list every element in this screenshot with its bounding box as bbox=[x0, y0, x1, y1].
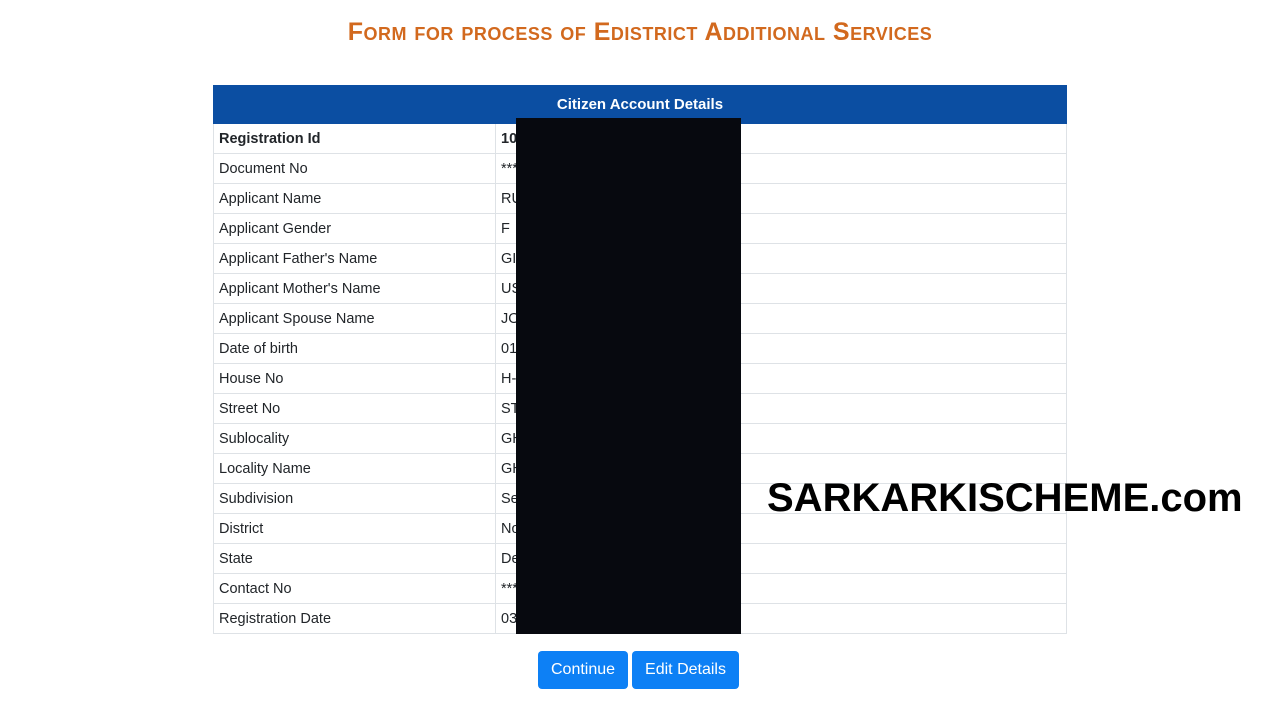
row-label: Registration Id bbox=[213, 123, 496, 154]
row-label: Applicant Name bbox=[213, 183, 496, 214]
page-title: Form for process of Edistrict Additional… bbox=[347, 18, 933, 46]
row-label: State bbox=[213, 543, 496, 574]
row-label: Registration Date bbox=[213, 603, 496, 634]
watermark: SARKARKISCHEME.com bbox=[767, 476, 1243, 520]
edit-details-button[interactable]: Edit Details bbox=[632, 651, 739, 689]
row-label: Date of birth bbox=[213, 333, 496, 364]
row-label: Applicant Spouse Name bbox=[213, 303, 496, 334]
row-label: Applicant Mother's Name bbox=[213, 273, 496, 304]
row-label: Applicant Father's Name bbox=[213, 243, 496, 274]
redaction-overlay bbox=[516, 118, 741, 634]
row-label: Applicant Gender bbox=[213, 213, 496, 244]
action-buttons: Continue Edit Details bbox=[538, 651, 739, 689]
row-label: Locality Name bbox=[213, 453, 496, 484]
row-label: Sublocality bbox=[213, 423, 496, 454]
row-label: Street No bbox=[213, 393, 496, 424]
row-label: House No bbox=[213, 363, 496, 394]
row-label: Contact No bbox=[213, 573, 496, 604]
continue-button[interactable]: Continue bbox=[538, 651, 629, 689]
row-label: Document No bbox=[213, 153, 496, 184]
row-label: Subdivision bbox=[213, 483, 496, 514]
row-label: District bbox=[213, 513, 496, 544]
